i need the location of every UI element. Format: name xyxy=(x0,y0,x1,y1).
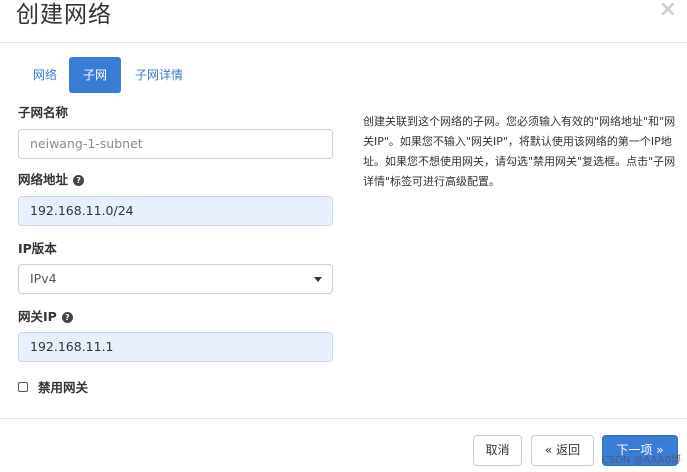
modal-title: 创建网络 xyxy=(16,2,112,28)
subnet-name-label: 子网名称 xyxy=(18,104,333,122)
tab-bar: 网络 子网 子网详情 xyxy=(19,57,197,93)
caret-down-icon xyxy=(314,277,322,282)
question-circle-icon[interactable]: ? xyxy=(73,174,85,186)
network-address-label: 网络地址 ? xyxy=(18,171,333,189)
tab-subnet-details[interactable]: 子网详情 xyxy=(121,57,197,93)
ip-version-select[interactable]: IPv4 xyxy=(18,264,333,294)
back-button[interactable]: « 返回 xyxy=(531,435,594,466)
watermark: CSDN @AAA0博 xyxy=(601,455,681,466)
disable-gateway-checkbox[interactable] xyxy=(18,381,28,392)
tab-network[interactable]: 网络 xyxy=(19,57,69,93)
modal-footer: 取消 « 返回 下一项 » CSDN @AAA0博 xyxy=(0,418,687,472)
tab-subnet[interactable]: 子网 xyxy=(69,57,122,93)
question-circle-icon[interactable]: ? xyxy=(61,311,73,323)
gateway-ip-input[interactable]: 192.168.11.1 xyxy=(18,332,333,362)
subnet-name-label-text: 子网名称 xyxy=(18,105,69,120)
close-icon[interactable]: × xyxy=(659,0,677,21)
subnet-form: 子网名称 neiwang-1-subnet 网络地址 ? 192.168.11.… xyxy=(18,104,333,396)
network-address-input[interactable]: 192.168.11.0/24 xyxy=(18,196,333,226)
modal-header: 创建网络 × xyxy=(0,0,687,43)
create-network-modal: 创建网络 × 网络 子网 子网详情 子网名称 neiwang-1-subnet … xyxy=(0,0,687,472)
cancel-button[interactable]: 取消 xyxy=(473,435,522,466)
ip-version-selected: IPv4 xyxy=(30,271,57,286)
gateway-ip-label: 网关IP ? xyxy=(18,308,333,326)
help-description: 创建关联到这个网络的子网。您必须输入有效的"网络地址"和"网关IP"。如果您不输… xyxy=(363,115,676,188)
gateway-ip-label-text: 网关IP xyxy=(18,309,57,324)
ip-version-label: IP版本 xyxy=(18,240,333,258)
subnet-name-input[interactable]: neiwang-1-subnet xyxy=(18,129,333,159)
network-address-label-text: 网络地址 xyxy=(18,172,69,187)
disable-gateway-label: 禁用网关 xyxy=(38,380,89,395)
disable-gateway-row[interactable]: 禁用网关 xyxy=(18,377,333,396)
ip-version-label-text: IP版本 xyxy=(18,241,57,256)
